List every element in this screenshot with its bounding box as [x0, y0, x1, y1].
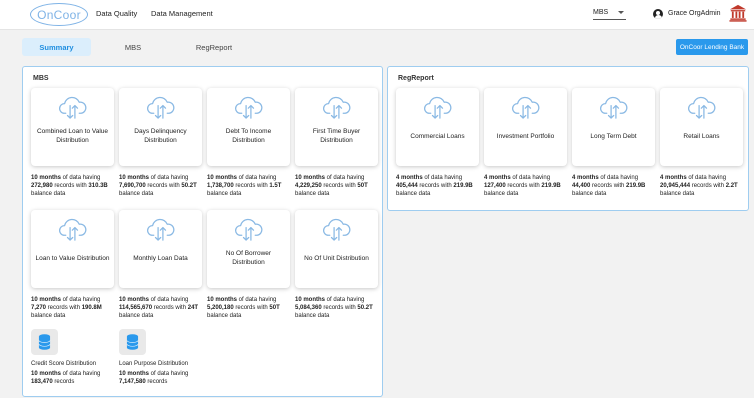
cloud-transfer-icon [146, 94, 175, 121]
mbs-tile: Loan to Value Distribution 10 months of … [31, 210, 114, 320]
card-description: 10 months of data having 5,084,360 recor… [295, 297, 373, 319]
nav-data-quality[interactable]: Data Quality [96, 9, 137, 18]
cloud-transfer-icon [599, 94, 628, 121]
cloud-transfer-icon [687, 94, 716, 121]
card-label: Commercial Loans [410, 132, 465, 140]
mini-card-credit-score[interactable] [31, 329, 58, 355]
chevron-down-icon [618, 11, 624, 14]
tab-bar: Summary MBS RegReport OnCoor Lending Ban… [0, 30, 754, 64]
mbs-tile: Combined Loan to Value Distribution 10 m… [31, 88, 114, 198]
cloud-transfer-icon [322, 216, 351, 243]
card-description: 10 months of data having 114,565,670 rec… [119, 297, 199, 319]
cloud-transfer-icon [511, 94, 540, 121]
card-label: Debt To Income Distribution [225, 128, 272, 144]
cloud-transfer-icon [146, 216, 175, 243]
mbs-card-no-of-borrower[interactable]: No Of Borrower Distribution [207, 210, 290, 288]
database-icon [38, 333, 51, 351]
card-label: No Of Borrower Distribution [225, 250, 272, 266]
mbs-dropdown-value: MBS [593, 9, 609, 16]
mbs-card-monthly-loan-data[interactable]: Monthly Loan Data [119, 210, 202, 288]
database-icon [126, 333, 139, 351]
mbs-tile: First Time Buyer Distribution 10 months … [295, 88, 378, 198]
mbs-card-no-of-unit[interactable]: No Of Unit Distribution [295, 210, 378, 288]
cloud-transfer-icon [234, 94, 263, 121]
mbs-mini-tile: Loan Purpose Distribution 10 months of d… [119, 329, 209, 387]
card-description: 10 months of data having 7,270 records w… [31, 297, 102, 319]
top-bar: OnCoor Data Quality Data Management MBS … [0, 0, 754, 30]
mbs-tile: No Of Unit Distribution 10 months of dat… [295, 210, 378, 320]
mbs-panel-title: MBS [33, 75, 49, 82]
card-description: 4 months of data having 405,444 records … [396, 175, 473, 197]
card-label: First Time Buyer Distribution [312, 128, 361, 144]
tab-summary[interactable]: Summary [22, 38, 91, 56]
oncoor-logo[interactable]: OnCoor [30, 3, 88, 26]
regreport-tile: Retail Loans 4 months of data having 20,… [660, 88, 743, 198]
regreport-panel: RegReport Commercial Loans 4 months of d… [387, 66, 749, 211]
regreport-tile: Commercial Loans 4 months of data having… [396, 88, 479, 198]
lending-bank-button[interactable]: OnCoor Lending Bank [676, 39, 748, 55]
mini-card-label[interactable]: Credit Score Distribution [31, 361, 121, 367]
card-description: 4 months of data having 127,400 records … [484, 175, 561, 197]
card-label: Days Delinquency Distribution [134, 128, 187, 144]
cloud-transfer-icon [58, 94, 87, 121]
user-name[interactable]: Grace OrgAdmin [668, 10, 721, 17]
tab-regreport[interactable]: RegReport [188, 38, 240, 56]
card-label: Monthly Loan Data [133, 254, 188, 262]
mini-card-label[interactable]: Loan Purpose Distribution [119, 361, 209, 367]
card-description: 10 months of data having 1,738,700 recor… [207, 175, 282, 197]
card-description: 10 months of data having 272,980 records… [31, 175, 108, 197]
card-label: Investment Portfolio [496, 132, 555, 140]
card-description: 10 months of data having 4,229,250 recor… [295, 175, 368, 197]
card-label: Long Term Debt [590, 132, 637, 140]
regreport-panel-title: RegReport [398, 75, 434, 82]
mbs-card-combined-loan-to-value[interactable]: Combined Loan to Value Distribution [31, 88, 114, 166]
mbs-card-debt-to-income[interactable]: Debt To Income Distribution [207, 88, 290, 166]
mbs-tile: Monthly Loan Data 10 months of data havi… [119, 210, 202, 320]
mbs-dropdown[interactable]: MBS [593, 6, 626, 20]
mbs-tile: Days Delinquency Distribution 10 months … [119, 88, 202, 198]
mini-card-loan-purpose[interactable] [119, 329, 146, 355]
regreport-tile: Long Term Debt 4 months of data having 4… [572, 88, 655, 198]
tab-mbs[interactable]: MBS [110, 38, 156, 56]
cloud-transfer-icon [423, 94, 452, 121]
mbs-card-days-delinquency[interactable]: Days Delinquency Distribution [119, 88, 202, 166]
reg-card-investment-portfolio[interactable]: Investment Portfolio [484, 88, 567, 166]
reg-card-retail-loans[interactable]: Retail Loans [660, 88, 743, 166]
mbs-panel: MBS Combined Loan to Value Distribution … [22, 66, 383, 397]
bank-icon[interactable] [729, 4, 747, 22]
card-description: 10 months of data having 183,470 records [31, 371, 101, 385]
reg-card-commercial-loans[interactable]: Commercial Loans [396, 88, 479, 166]
mbs-mini-tile: Credit Score Distribution 10 months of d… [31, 329, 121, 387]
card-label: Combined Loan to Value Distribution [36, 128, 109, 144]
cloud-transfer-icon [322, 94, 351, 121]
card-description: 10 months of data having 7,147,580 recor… [119, 371, 189, 385]
card-label: Retail Loans [683, 132, 720, 140]
reg-card-long-term-debt[interactable]: Long Term Debt [572, 88, 655, 166]
card-description: 10 months of data having 5,200,180 recor… [207, 297, 280, 319]
mbs-tile: Debt To Income Distribution 10 months of… [207, 88, 290, 198]
regreport-tile: Investment Portfolio 4 months of data ha… [484, 88, 567, 198]
user-avatar-icon[interactable] [653, 9, 663, 19]
mbs-tile: No Of Borrower Distribution 10 months of… [207, 210, 290, 320]
cloud-transfer-icon [234, 216, 263, 243]
nav-data-management[interactable]: Data Management [151, 9, 213, 18]
card-description: 4 months of data having 44,400 records w… [572, 175, 646, 197]
card-description: 10 months of data having 7,690,700 recor… [119, 175, 197, 197]
card-label: Loan to Value Distribution [35, 254, 110, 262]
mbs-card-first-time-buyer[interactable]: First Time Buyer Distribution [295, 88, 378, 166]
card-label: No Of Unit Distribution [304, 254, 369, 262]
mbs-card-loan-to-value[interactable]: Loan to Value Distribution [31, 210, 114, 288]
card-description: 4 months of data having 20,945,444 recor… [660, 175, 738, 197]
cloud-transfer-icon [58, 216, 87, 243]
